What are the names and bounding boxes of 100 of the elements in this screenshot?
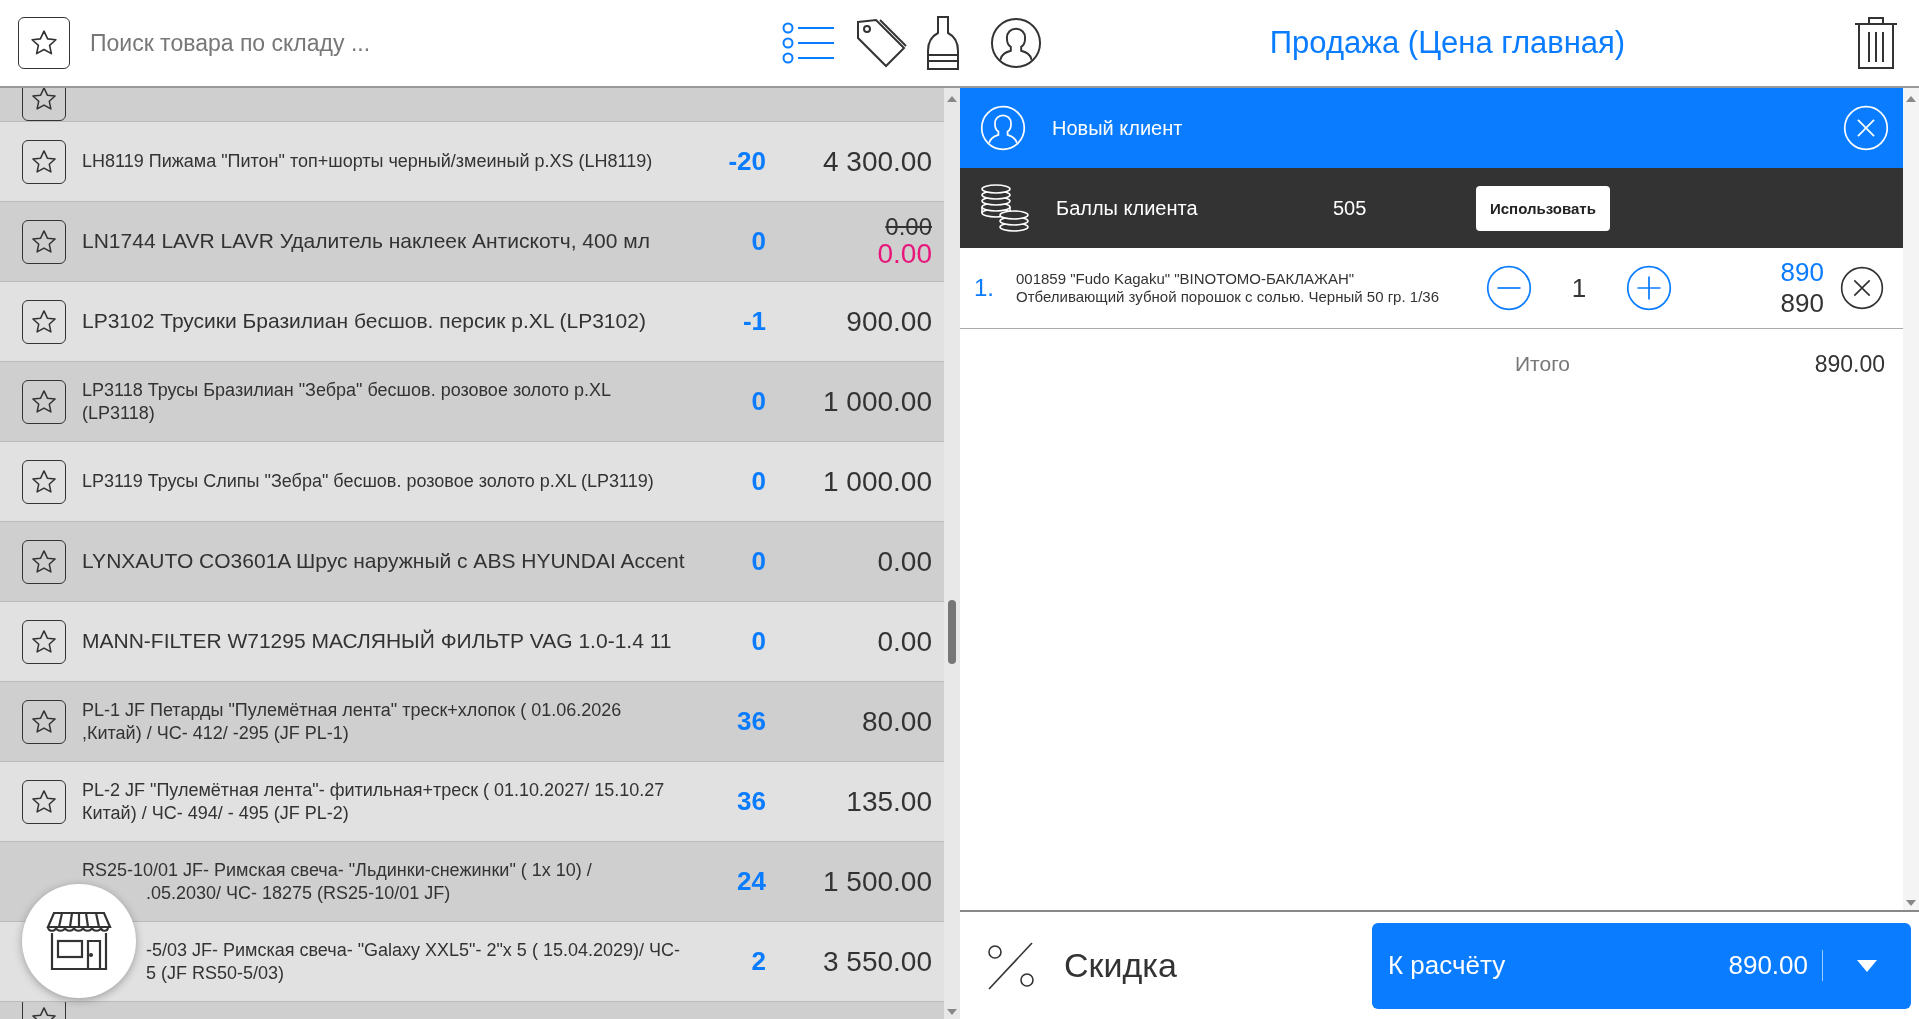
total-label: Итого [1515,352,1572,376]
sale-title: Продажа (Цена главная) [1268,25,1627,61]
product-row[interactable]: MANN-FILTER W71295 МАСЛЯНЫЙ ФИЛЬТР VAG 1.0-1.4 11 0 0.00 [0,602,944,682]
product-price: 0.00 [877,239,932,269]
star-button[interactable] [22,459,66,504]
stock-quantity: 0 [750,386,766,417]
star-button[interactable] [22,379,66,424]
scroll-thumb[interactable] [948,600,956,664]
product-row[interactable]: LN1744 LAVR LAVR Удалитель наклеек Антискотч, 400 мл 0 0.00 0.00 [0,202,944,282]
product-price: 135.00 [846,786,932,817]
product-name: .05.2030/ ЧС- 18275 (RS25-10/01 JF) [145,881,451,904]
product-row[interactable]: PL-2 JF "Пулемётная лента"- фитильная+треск ( 01.10.2027/ 15.10.27 Китай) / ЧС- 494/ - 495 (JF PL-2) 36 135.00 [0,762,944,842]
old-price: 0.00 [885,214,932,240]
close-icon [1843,105,1889,151]
stock-quantity: 0 [750,226,766,257]
star-icon [30,307,58,336]
item-total: 890 [1780,288,1824,320]
product-price: 900.00 [846,306,932,337]
star-button[interactable] [22,299,66,344]
cart-item[interactable]: 1. 001859 "Fudo Kagaku" "BINOTOMO-БАКЛАЖАН" Отбеливающий зубной порошок с солью. Черный 50 гр. 1/36 1 890 890 [960,248,1903,329]
remove-item-button[interactable] [1840,266,1884,310]
star-button[interactable] [22,779,66,824]
user-icon [980,105,1026,151]
product-row[interactable]: PL-1 JF Петарды "Пулемётная лента" треск+хлопок ( 01.06.2026 ,Китай) / ЧС- 412/ -295 (JF PL-1) 36 80.00 [0,682,944,762]
stock-quantity: 0 [750,466,766,497]
search-field[interactable]: Поиск товара по складу ... [88,28,764,58]
star-icon [30,387,58,416]
star-button[interactable] [18,17,70,69]
star-icon [30,547,58,576]
scroll-down-icon[interactable] [1906,900,1916,906]
stock-quantity: 0 [750,546,766,577]
star-icon [30,147,58,176]
stock-quantity: -20 [727,146,766,177]
stock-quantity: 0 [750,626,766,657]
product-price: 4 300.00 [823,146,932,177]
total-value: 890.00 [1814,350,1885,378]
remove-client-button[interactable] [1843,105,1889,151]
scroll-down-icon[interactable] [947,1009,957,1015]
item-name: 001859 "Fudo Kagaku" "BINOTOMO-БАКЛАЖАН" [1016,270,1356,288]
product-price: 1 000.00 [823,466,932,497]
stock-quantity: 36 [736,706,766,737]
item-price[interactable]: 890 [1780,256,1824,288]
product-row[interactable]: RS25-10/01 JF- Римская свеча- "Льдинки-снежинки" ( 1x 10) / .05.2030/ ЧС- 18275 (RS25-10/01 JF) 24 1 500.00 [0,842,944,922]
customer-button[interactable] [990,17,1042,69]
product-price: 80.00 [861,706,932,737]
decrease-button[interactable] [1486,265,1532,311]
scroll-up-icon[interactable] [947,96,957,102]
product-name: LN1744 LAVR LAVR Удалитель наклеек Антискотч, 400 мл [82,228,650,255]
product-row[interactable]: LH8119 Пижама "Питон" топ+шорты черный/змеиный р.XS (LH8119) -20 4 300.00 [0,122,944,202]
bottle-icon[interactable] [926,15,960,71]
product-row[interactable]: LP3119 Трусы Слипы "Зебра" бесшов. розовое золото р.XL (LP3119) 0 1 000.00 [0,442,944,522]
product-row[interactable]: LP3118 Трусы Бразилиан "Зебра" бесшов. розовое золото р.XL (LP3118) 0 1 000.00 [0,362,944,442]
product-row[interactable]: -5/03 JF- Римская свеча- "Galaxy XXL5"- 2"x 5 ( 15.04.2029)/ ЧС- 5 (JF RS50-5/03) 2 3 550.00 [0,922,944,1002]
scrollbar[interactable] [944,88,960,1019]
star-button[interactable] [22,699,66,744]
caret-icon [1857,959,1877,972]
checkout-amount: 890.00 [1728,950,1823,981]
scroll-up-icon[interactable] [1906,96,1916,102]
plus-icon [1626,265,1672,311]
points-value: 505 [1333,196,1368,220]
delete-button[interactable] [1853,16,1899,70]
use-points-button[interactable]: Использовать [1476,185,1610,231]
percent-icon [986,940,1036,991]
product-name: Китай) / ЧС- 494/ - 495 (JF PL-2) [82,801,349,824]
star-button[interactable] [22,619,66,664]
product-name: 5 (JF RS50-5/03) [145,961,285,984]
product-name: LP3102 Трусики Бразилиан бесшов. персик р.XL (LP3102) [82,308,646,335]
star-button[interactable] [22,219,66,264]
points-label: Баллы клиента [1056,196,1199,220]
product-row[interactable]: LP3102 Трусики Бразилиан бесшов. персик р.XL (LP3102) -1 900.00 [0,282,944,362]
product-name: MANN-FILTER W71295 МАСЛЯНЫЙ ФИЛЬТР VAG 1.0-1.4 11 [82,628,672,655]
close-icon [1840,266,1884,310]
star-button[interactable] [22,88,66,121]
product-price: 0.00 [877,626,932,657]
stock-quantity: 36 [736,786,766,817]
star-button[interactable] [22,139,66,184]
stock-quantity: 2 [750,946,766,977]
product-name: LYNXAUTO CO3601A Шрус наружный с ABS HYUNDAI Accent [82,548,685,575]
item-quantity: 1 [1570,272,1588,304]
coins-icon [980,183,1030,233]
product-name: PL-2 JF "Пулемётная лента"- фитильная+треск ( 01.10.2027/ 15.10.27 [82,779,665,802]
increase-button[interactable] [1626,265,1672,311]
scrollbar[interactable] [1903,88,1919,910]
discount-button[interactable]: Скидка [986,940,1372,991]
star-icon [30,787,58,816]
product-name: LH8119 Пижама "Питон" топ+шорты черный/змеиный р.XS (LH8119) [82,150,653,173]
star-icon [30,227,58,256]
product-name: (LP3118) [82,401,155,424]
checkout-button[interactable]: К расчёту 890.00 [1372,922,1911,1009]
list-icon[interactable] [782,21,836,65]
product-row[interactable]: LYNXAUTO CO3601A Шрус наружный с ABS HYUNDAI Accent 0 0.00 [0,522,944,602]
star-icon [30,707,58,736]
product-name: RS25-10/01 JF- Римская свеча- "Льдинки-снежинки" ( 1x 10) / [82,859,592,882]
product-name: LP3119 Трусы Слипы "Зебра" бесшов. розовое золото р.XL (LP3119) [82,470,654,493]
star-icon [30,627,58,656]
product-price: 1 500.00 [823,866,932,897]
product-name: PL-1 JF Петарды "Пулемётная лента" треск+хлопок ( 01.06.2026 [82,699,622,722]
tag-icon[interactable] [854,16,908,70]
star-button[interactable] [22,539,66,584]
star-icon [30,467,58,496]
